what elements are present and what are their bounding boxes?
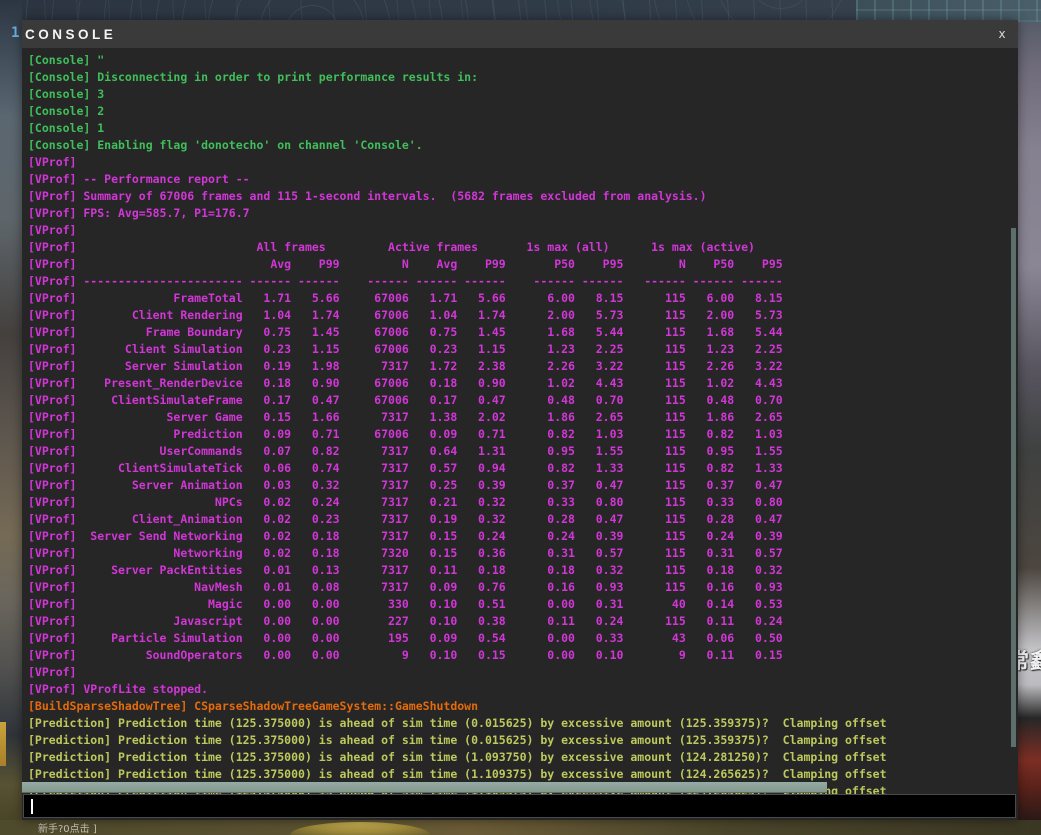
background-left-strip bbox=[0, 0, 22, 835]
log-line: [VProf] Present_RenderDevice 0.18 0.90 6… bbox=[28, 376, 783, 390]
console-input[interactable] bbox=[23, 794, 1016, 818]
log-line: [VProf] Client_Animation 0.02 0.23 7317 … bbox=[28, 512, 783, 526]
log-line: [VProf] bbox=[28, 155, 77, 169]
log-line: [VProf] Prediction 0.09 0.71 67006 0.09 … bbox=[28, 427, 783, 441]
log-line: [VProf] SoundOperators 0.00 0.00 9 0.10 … bbox=[28, 648, 783, 662]
background-minimap-grid bbox=[856, 0, 1041, 22]
log-line: [VProf] FPS: Avg=585.7, P1=176.7 bbox=[28, 206, 250, 220]
log-line: [Prediction] Prediction time (125.375000… bbox=[28, 750, 887, 764]
log-line: [VProf] Server Send Networking 0.02 0.18… bbox=[28, 529, 783, 543]
background-right-strip bbox=[1018, 0, 1041, 835]
log-line: [VProf] Magic 0.00 0.00 330 0.10 0.51 0.… bbox=[28, 597, 783, 611]
log-line: [VProf] Avg P99 N Avg P99 P50 P95 N P50 … bbox=[28, 257, 783, 271]
log-line: [VProf] bbox=[28, 665, 77, 679]
console-title: CONSOLE bbox=[25, 26, 117, 42]
log-line: [VProf] Particle Simulation 0.00 0.00 19… bbox=[28, 631, 783, 645]
log-line: [BuildSparseShadowTree] CSparseShadowTre… bbox=[28, 699, 479, 713]
log-line: [VProf] Server PackEntities 0.01 0.13 73… bbox=[28, 563, 783, 577]
log-line: [VProf] FrameTotal 1.71 5.66 67006 1.71 … bbox=[28, 291, 783, 305]
log-line: [VProf] Javascript 0.00 0.00 227 0.10 0.… bbox=[28, 614, 783, 628]
vertical-scrollbar-thumb[interactable] bbox=[1011, 228, 1016, 747]
log-line: [VProf] Networking 0.02 0.18 7320 0.15 0… bbox=[28, 546, 783, 560]
horizontal-scrollbar-thumb[interactable] bbox=[22, 782, 827, 793]
log-line: [VProf] Client Simulation 0.23 1.15 6700… bbox=[28, 342, 783, 356]
log-line: [VProf] All frames Active frames 1s max … bbox=[28, 240, 755, 254]
log-line: [VProf] bbox=[28, 223, 77, 237]
background-bottom-caption: 新手?0点击 ] bbox=[38, 824, 97, 835]
log-line: [VProf] UserCommands 0.07 0.82 7317 0.64… bbox=[28, 444, 783, 458]
log-line: [VProf] NavMesh 0.01 0.08 7317 0.09 0.76… bbox=[28, 580, 783, 594]
console-tab-number[interactable]: 1 bbox=[11, 25, 19, 41]
log-line: [Console] 1 bbox=[28, 121, 105, 135]
close-icon[interactable]: x bbox=[994, 26, 1010, 42]
background-bottom-strip bbox=[0, 820, 1041, 835]
console-log[interactable]: [Console] " [Console] Disconnecting in or… bbox=[22, 48, 1018, 794]
log-line: [VProf] Server Simulation 0.19 1.98 7317… bbox=[28, 359, 783, 373]
log-line: [VProf] Server Animation 0.03 0.32 7317 … bbox=[28, 478, 783, 492]
log-line: [VProf] NPCs 0.02 0.24 7317 0.21 0.32 0.… bbox=[28, 495, 783, 509]
log-line: [Console] Disconnecting in order to prin… bbox=[28, 70, 479, 84]
log-line: [Console] Enabling flag 'donotecho' on c… bbox=[28, 138, 423, 152]
log-line: [VProf] ClientSimulateTick 0.06 0.74 731… bbox=[28, 461, 783, 475]
log-line: [Console] " bbox=[28, 53, 105, 67]
log-line: [VProf] Frame Boundary 0.75 1.45 67006 0… bbox=[28, 325, 783, 339]
log-line: [VProf] VProfLite stopped. bbox=[28, 682, 209, 696]
console-window: 1 CONSOLE x [Console] " [Console] Disconn… bbox=[11, 20, 1018, 820]
console-title-bar: 1 CONSOLE x bbox=[11, 20, 1018, 48]
log-line: [VProf] Server Game 0.15 1.66 7317 1.38 … bbox=[28, 410, 783, 424]
text-cursor bbox=[31, 798, 33, 814]
log-line: [VProf] ----------------------- ------ -… bbox=[28, 274, 783, 288]
log-line: [Prediction] Prediction time (125.375000… bbox=[28, 716, 887, 730]
log-line: [VProf] Client Rendering 1.04 1.74 67006… bbox=[28, 308, 783, 322]
log-line: [Prediction] Prediction time (125.375000… bbox=[28, 733, 887, 747]
log-line: [Console] 2 bbox=[28, 104, 105, 118]
log-line: [Prediction] Prediction time (125.375000… bbox=[28, 767, 887, 781]
background-left-accent bbox=[0, 722, 6, 766]
log-line: [VProf] Summary of 67006 frames and 115 … bbox=[28, 189, 707, 203]
log-line: [VProf] ClientSimulateFrame 0.17 0.47 67… bbox=[28, 393, 783, 407]
log-line: [VProf] -- Performance report -- bbox=[28, 172, 250, 186]
log-line: [Console] 3 bbox=[28, 87, 105, 101]
